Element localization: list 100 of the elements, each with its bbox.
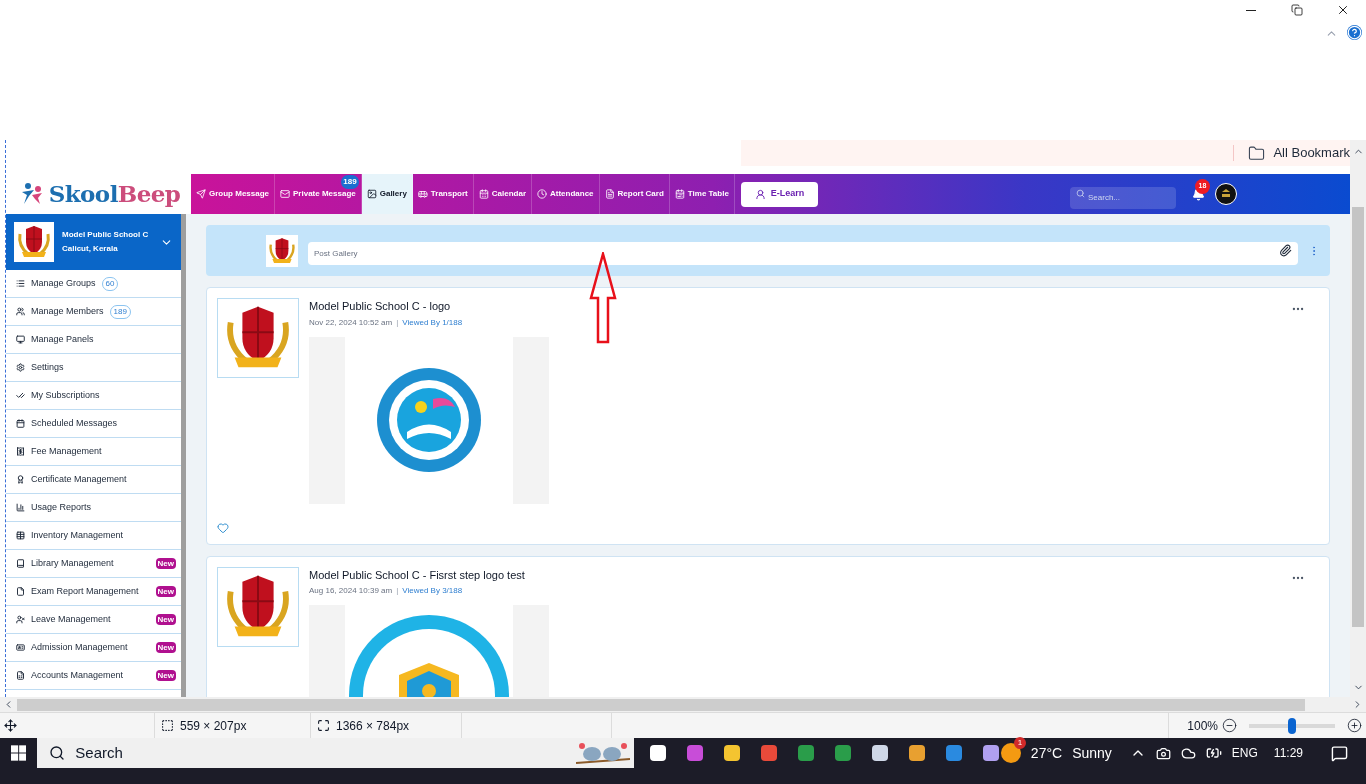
selection-size: 559 × 207px bbox=[180, 717, 247, 735]
attach-icon[interactable] bbox=[1279, 244, 1292, 257]
sidebar-item-label: Exam Report Management bbox=[31, 584, 139, 598]
taskbar-search[interactable]: Search bbox=[37, 738, 634, 768]
sidebar-item-label: Usage Reports bbox=[31, 500, 92, 514]
birds-icon bbox=[575, 741, 630, 765]
sidebar-item[interactable]: Manage Panels bbox=[6, 326, 181, 354]
camera-icon[interactable] bbox=[1155, 745, 1171, 761]
scroll-thumb[interactable] bbox=[1352, 207, 1364, 627]
close-icon bbox=[1336, 3, 1350, 17]
sidebar-item-label: Leave Management bbox=[31, 612, 111, 626]
bar-chart-icon bbox=[16, 503, 25, 512]
book-icon bbox=[16, 559, 25, 568]
slider-thumb[interactable] bbox=[1288, 717, 1296, 734]
calendar-icon bbox=[16, 419, 25, 428]
avatar[interactable] bbox=[1215, 183, 1237, 205]
app-icon[interactable] bbox=[980, 743, 1001, 763]
post-gallery-field[interactable]: Post Gallery bbox=[308, 242, 1298, 265]
document-icon bbox=[16, 587, 25, 596]
viewed-by-link[interactable]: Viewed By 1/188 bbox=[402, 317, 463, 327]
id-card-icon bbox=[16, 643, 25, 652]
vertical-scrollbar[interactable] bbox=[1350, 140, 1366, 697]
list-icon bbox=[16, 279, 25, 288]
calendar-icon bbox=[478, 189, 489, 199]
weather-condition: Sunny bbox=[1072, 743, 1112, 763]
sidebar-item[interactable]: Admission Management New bbox=[6, 634, 181, 662]
horizontal-scrollbar[interactable] bbox=[0, 697, 1366, 712]
receipt-icon bbox=[16, 447, 25, 456]
clock-icon bbox=[537, 189, 547, 199]
sidebar-item[interactable]: Library Management New bbox=[6, 550, 181, 578]
zoom-slider[interactable] bbox=[1247, 717, 1337, 734]
app-icon[interactable] bbox=[869, 743, 890, 763]
help-icon[interactable] bbox=[1347, 25, 1362, 40]
bus-icon bbox=[417, 189, 428, 199]
weather-sun-icon[interactable] bbox=[1000, 743, 1021, 763]
post-title: Model Public School C - Fisrst step logo test bbox=[309, 567, 526, 583]
image-icon bbox=[366, 189, 377, 199]
user-icon bbox=[754, 188, 766, 200]
sidebar-item-label: Scheduled Messages bbox=[31, 416, 118, 430]
app-icon[interactable] bbox=[906, 743, 927, 763]
scroll-thumb[interactable] bbox=[17, 698, 1305, 711]
post-title: Model Public School C - logo bbox=[309, 299, 452, 314]
sidebar-item[interactable]: Manage Members 189 bbox=[6, 298, 181, 326]
sidebar-item-label: Accounts Management bbox=[31, 668, 124, 682]
school-crest-logo bbox=[14, 222, 54, 262]
elearn-button[interactable]: E-Learn bbox=[740, 181, 819, 207]
language-indicator[interactable]: ENG bbox=[1231, 744, 1258, 762]
school-header[interactable]: Model Public School C Calicut, Kerala bbox=[6, 214, 181, 270]
sidebar-item[interactable]: Accounts Management New bbox=[6, 662, 181, 690]
table-icon bbox=[16, 531, 25, 540]
award-icon bbox=[16, 475, 25, 484]
separator: | bbox=[396, 317, 399, 327]
image-size-icon bbox=[317, 719, 330, 732]
sidebar-item[interactable]: Fee Management bbox=[6, 438, 181, 466]
sidebar-item[interactable]: My Subscriptions bbox=[6, 382, 181, 410]
clock[interactable]: 11:29 bbox=[1273, 744, 1303, 762]
sidebar-item-label: Inventory Management bbox=[31, 528, 124, 542]
sidebar-item-label: Manage Panels bbox=[31, 332, 94, 346]
temperature: 27°C bbox=[1030, 743, 1063, 763]
nav-tab[interactable]: Gallery bbox=[361, 174, 413, 214]
zoom-in-icon[interactable] bbox=[1347, 718, 1362, 733]
sidebar-item-label: Fee Management bbox=[31, 444, 102, 458]
sidebar-item[interactable]: Usage Reports bbox=[6, 494, 181, 522]
sidebar-item[interactable]: Exam Report Management New bbox=[6, 578, 181, 606]
users-icon bbox=[16, 307, 25, 316]
windows-start-icon[interactable] bbox=[11, 745, 27, 761]
sidebar-item[interactable]: Manage Groups 60 bbox=[6, 270, 181, 298]
sidebar-item[interactable]: Settings bbox=[6, 354, 181, 382]
search-label: Search bbox=[75, 742, 123, 763]
search-icon bbox=[49, 745, 66, 761]
calendar-icon bbox=[674, 189, 685, 199]
spreadsheet-icon bbox=[16, 671, 25, 680]
battery-icon[interactable] bbox=[1205, 745, 1222, 761]
separator: | bbox=[396, 586, 399, 595]
new-tag: New bbox=[155, 558, 176, 569]
sidebar-item-label: Manage Members bbox=[31, 304, 104, 318]
sidebar-item-label: Admission Management bbox=[31, 640, 128, 654]
app-icon[interactable] bbox=[721, 743, 742, 763]
new-tag: New bbox=[155, 670, 176, 681]
mail-icon bbox=[280, 189, 290, 199]
move-icon bbox=[4, 719, 17, 732]
zoom-level: 100% bbox=[1187, 717, 1218, 735]
bookmarks-label[interactable]: All Bookmark bbox=[1273, 143, 1350, 163]
message-count-badge: 189 bbox=[341, 175, 359, 189]
send-icon bbox=[196, 189, 206, 199]
school-name: Model Public School C bbox=[62, 229, 150, 241]
new-tag: New bbox=[155, 642, 176, 653]
cloud-icon[interactable] bbox=[1180, 745, 1196, 761]
zoom-out-icon[interactable] bbox=[1222, 718, 1237, 733]
notifications-icon[interactable] bbox=[1331, 744, 1348, 762]
app-icon[interactable] bbox=[647, 743, 668, 763]
school-crest-logo bbox=[266, 234, 298, 267]
like-icon[interactable] bbox=[217, 521, 229, 534]
sidebar-item[interactable]: Leave Management New bbox=[6, 606, 181, 634]
viewed-by-link[interactable]: Viewed By 3/188 bbox=[402, 586, 463, 595]
sidebar-item[interactable]: Inventory Management bbox=[6, 522, 181, 550]
folder-icon bbox=[1248, 144, 1266, 162]
sidebar-item-label: My Subscriptions bbox=[31, 388, 100, 402]
sidebar-item[interactable]: Scheduled Messages bbox=[6, 410, 181, 438]
sidebar-item[interactable]: Certificate Management bbox=[6, 466, 181, 494]
